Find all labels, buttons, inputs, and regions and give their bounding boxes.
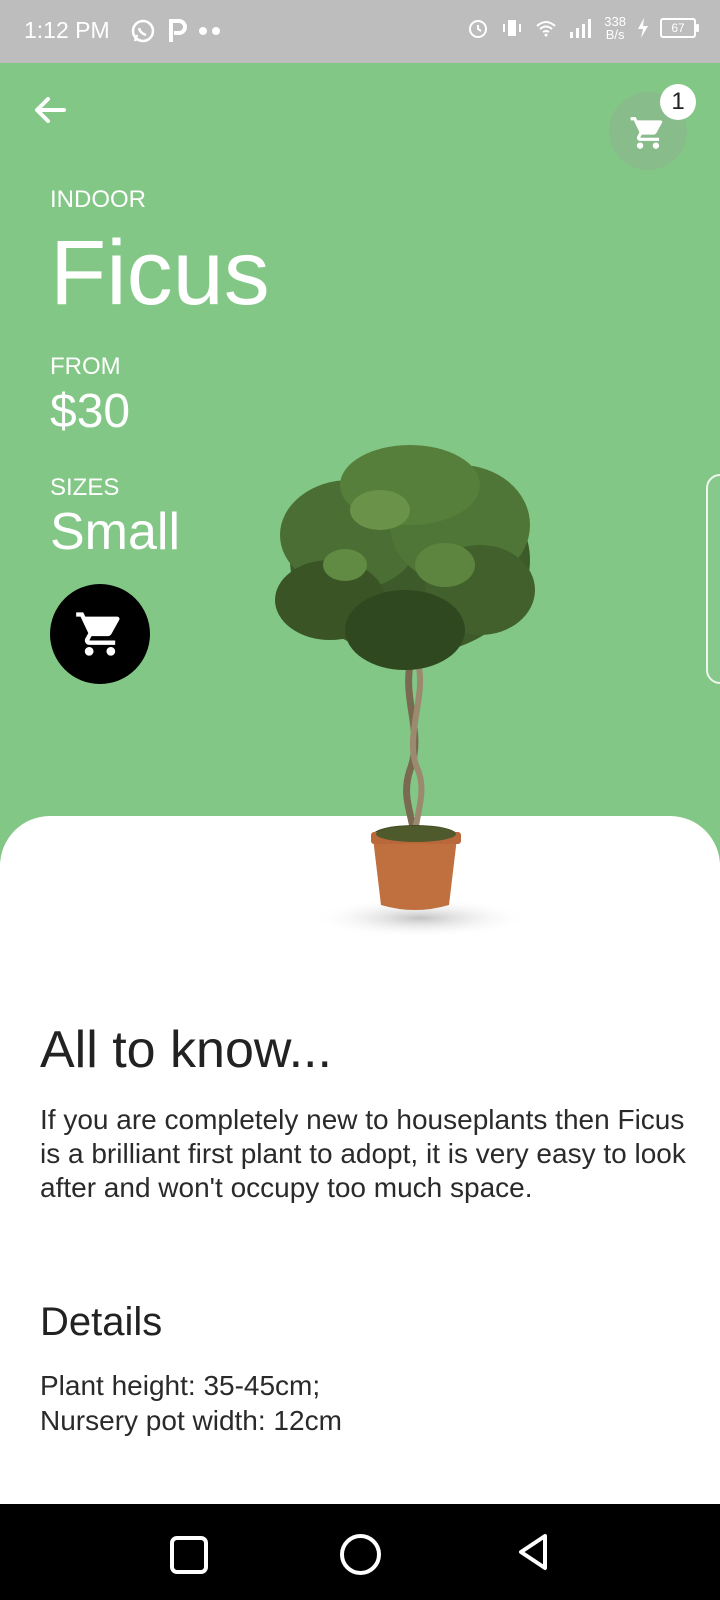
info-description: If you are completely new to houseplants… — [40, 1104, 686, 1203]
network-speed-unit: B/s — [605, 27, 625, 42]
battery-indicator: 67 — [660, 18, 699, 38]
alarm-icon — [469, 20, 488, 38]
status-system-icons: 338 B/s 67 — [466, 15, 699, 41]
side-drawer-handle[interactable] — [706, 474, 720, 684]
sizes-label: SIZES — [50, 474, 120, 501]
cart-count-badge: 1 — [660, 84, 696, 120]
paypal-icon — [169, 19, 187, 42]
vibrate-icon — [503, 20, 522, 36]
plant-image — [275, 445, 535, 938]
status-bar: 1:12 PM 338 B/s 67 — [0, 0, 720, 63]
price-value: $30 — [50, 385, 131, 438]
add-to-cart-button[interactable] — [50, 584, 150, 684]
system-nav-bar — [0, 1504, 720, 1600]
charging-icon — [638, 18, 648, 38]
wifi-icon — [536, 21, 556, 37]
size-value: Small — [50, 503, 181, 561]
signal-icon — [570, 19, 592, 38]
back-arrow-icon[interactable] — [30, 90, 70, 130]
more-notifications-icon — [199, 27, 220, 35]
plant-name: Ficus — [50, 222, 270, 324]
details-list: Plant height: 35-45cm; Nursery pot width… — [40, 1368, 680, 1438]
network-speed: 338 B/s — [604, 15, 626, 41]
info-title: All to know... — [40, 1021, 332, 1079]
details-title: Details — [40, 1300, 163, 1344]
recents-icon[interactable] — [170, 1536, 208, 1574]
plant-category: INDOOR — [50, 186, 146, 213]
detail-pot-width: Nursery pot width: 12cm — [40, 1405, 342, 1436]
whatsapp-icon — [131, 19, 155, 43]
home-icon[interactable] — [340, 1534, 381, 1575]
shopping-cart-icon — [630, 117, 663, 149]
price-label: FROM — [50, 353, 121, 380]
detail-plant-height: Plant height: 35-45cm; — [40, 1370, 321, 1401]
status-time: 1:12 PM — [24, 17, 110, 43]
nav-back-icon[interactable] — [515, 1532, 551, 1572]
shopping-cart-icon — [76, 612, 120, 656]
status-notification-icons — [130, 18, 224, 44]
